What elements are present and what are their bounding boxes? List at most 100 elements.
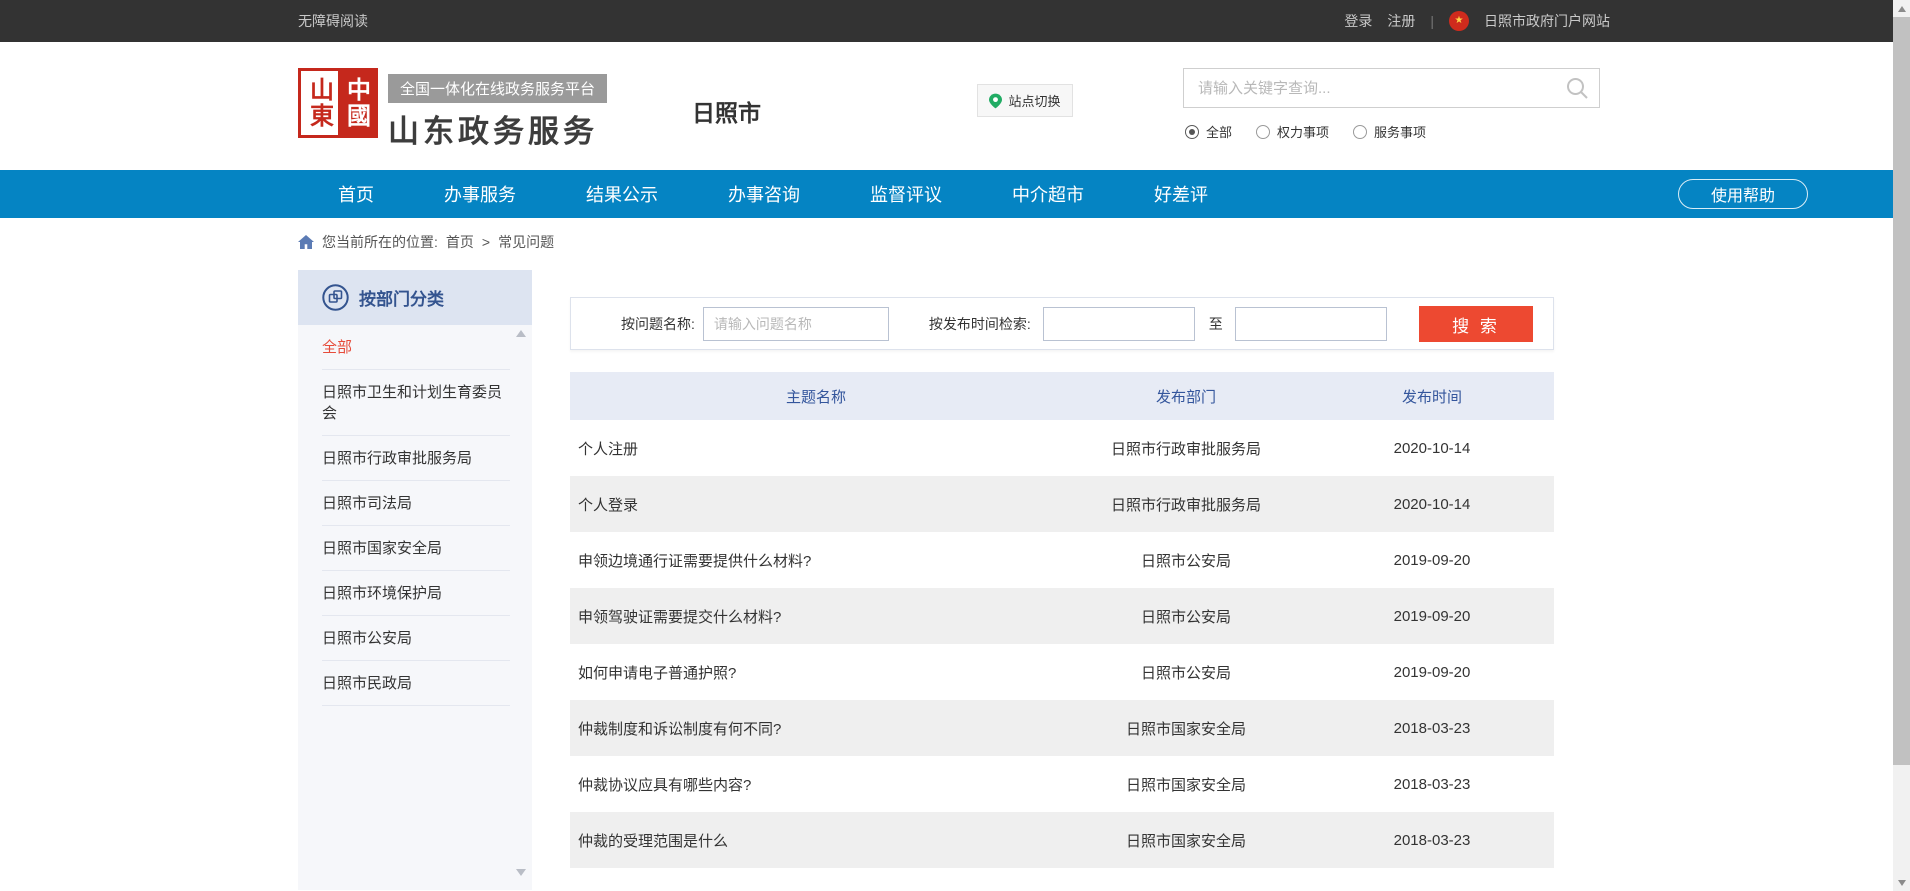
row-topic: 仲裁的受理范围是什么 bbox=[570, 830, 1062, 851]
page: 无障碍阅读 登录 注册 | ★ 日照市政府门户网站 山東 中國 全国一体化在线政… bbox=[0, 0, 1910, 891]
radio-all-label: 全部 bbox=[1206, 122, 1232, 141]
sidebar-item-health-commission[interactable]: 日照市卫生和计划生育委员会 bbox=[322, 370, 510, 436]
portal-link[interactable]: 日照市政府门户网站 bbox=[1484, 11, 1610, 31]
row-department: 日照市国家安全局 bbox=[1062, 774, 1310, 795]
row-department: 日照市公安局 bbox=[1062, 606, 1310, 627]
breadcrumb-prefix: 您当前所在的位置: bbox=[322, 232, 438, 252]
sidebar-scroll-up-icon[interactable] bbox=[516, 330, 526, 337]
sidebar-item-justice-bureau[interactable]: 日照市司法局 bbox=[322, 481, 510, 526]
platform-badge: 全国一体化在线政务服务平台 bbox=[388, 74, 607, 103]
page-scrollbar bbox=[1893, 0, 1910, 891]
col-header-date: 发布时间 bbox=[1310, 386, 1554, 407]
scrollbar-down-icon[interactable] bbox=[1893, 874, 1910, 891]
shandong-seal-icon: 山東 中國 bbox=[298, 68, 378, 138]
keyword-search bbox=[1183, 68, 1600, 108]
question-name-input[interactable] bbox=[703, 307, 889, 341]
seal-text-right: 中國 bbox=[338, 71, 375, 135]
table-row[interactable]: 申领边境通行证需要提供什么材料? 日照市公安局 2019-09-20 bbox=[570, 532, 1554, 588]
breadcrumb-home[interactable]: 首页 bbox=[446, 232, 474, 252]
help-button[interactable]: 使用帮助 bbox=[1678, 179, 1808, 209]
table-row[interactable]: 个人注册 日照市行政审批服务局 2020-10-14 bbox=[570, 420, 1554, 476]
sidebar-item-public-security[interactable]: 日照市公安局 bbox=[322, 616, 510, 661]
row-date: 2019-09-20 bbox=[1310, 552, 1554, 569]
sidebar-scroll-down-icon[interactable] bbox=[516, 869, 526, 876]
site-switch-button[interactable]: 站点切换 bbox=[977, 84, 1073, 117]
scrollbar-up-icon[interactable] bbox=[1893, 0, 1910, 17]
sidebar-title: 按部门分类 bbox=[359, 285, 444, 310]
sidebar-list: 全部 日照市卫生和计划生育委员会 日照市行政审批服务局 日照市司法局 日照市国家… bbox=[298, 325, 532, 706]
radio-dot-icon bbox=[1256, 125, 1270, 139]
row-date: 2018-03-23 bbox=[1310, 832, 1554, 849]
nav-results[interactable]: 结果公示 bbox=[586, 181, 658, 207]
seal-text-left: 山東 bbox=[301, 71, 338, 135]
table-row[interactable]: 仲裁的受理范围是什么 日照市国家安全局 2018-03-23 bbox=[570, 812, 1554, 868]
row-department: 日照市公安局 bbox=[1062, 662, 1310, 683]
row-department: 日照市国家安全局 bbox=[1062, 718, 1310, 739]
register-link[interactable]: 注册 bbox=[1387, 11, 1415, 31]
breadcrumb-current: 常见问题 bbox=[498, 232, 554, 252]
search-button[interactable]: 搜 索 bbox=[1419, 306, 1533, 342]
row-department: 日照市国家安全局 bbox=[1062, 830, 1310, 851]
radio-all[interactable]: 全部 bbox=[1185, 122, 1232, 141]
sidebar-item-approval-bureau[interactable]: 日照市行政审批服务局 bbox=[322, 436, 510, 481]
row-department: 日照市行政审批服务局 bbox=[1062, 494, 1310, 515]
table-header-row: 主题名称 发布部门 发布时间 bbox=[570, 372, 1554, 420]
sidebar-header: 按部门分类 bbox=[298, 270, 532, 325]
row-date: 2019-09-20 bbox=[1310, 608, 1554, 625]
site-logo[interactable]: 山東 中國 全国一体化在线政务服务平台 山东政务服务 bbox=[298, 68, 607, 151]
main-content: 按问题名称: 按发布时间检索: 至 搜 索 主题名称 发布部门 发布时间 个人注… bbox=[570, 297, 1554, 868]
sidebar-item-civil-affairs[interactable]: 日照市民政局 bbox=[322, 661, 510, 706]
search-icon[interactable] bbox=[1566, 77, 1589, 105]
accessibility-link[interactable]: 无障碍阅读 bbox=[298, 11, 368, 31]
login-link[interactable]: 登录 bbox=[1344, 11, 1372, 31]
row-date: 2019-09-20 bbox=[1310, 664, 1554, 681]
col-header-department: 发布部门 bbox=[1062, 386, 1310, 407]
logo-title: 山东政务服务 bbox=[388, 106, 607, 151]
city-name: 日照市 bbox=[692, 94, 761, 128]
sidebar-item-environment-bureau[interactable]: 日照市环境保护局 bbox=[322, 571, 510, 616]
col-header-topic: 主题名称 bbox=[570, 386, 1062, 407]
radio-dot-icon bbox=[1353, 125, 1367, 139]
scrollbar-thumb[interactable] bbox=[1893, 17, 1910, 765]
site-switch-label: 站点切换 bbox=[1008, 91, 1060, 110]
breadcrumb-separator: > bbox=[482, 234, 490, 250]
table-row[interactable]: 仲裁协议应具有哪些内容? 日照市国家安全局 2018-03-23 bbox=[570, 756, 1554, 812]
sidebar-item-all[interactable]: 全部 bbox=[322, 325, 510, 370]
radio-power-items-label: 权力事项 bbox=[1277, 122, 1329, 141]
table-row[interactable]: 仲裁制度和诉讼制度有何不同? 日照市国家安全局 2018-03-23 bbox=[570, 700, 1554, 756]
search-scope-radios: 全部 权力事项 服务事项 bbox=[1185, 122, 1426, 141]
nav-consult[interactable]: 办事咨询 bbox=[728, 181, 800, 207]
sidebar-item-state-security[interactable]: 日照市国家安全局 bbox=[322, 526, 510, 571]
nav-home[interactable]: 首页 bbox=[338, 181, 374, 207]
location-pin-icon bbox=[989, 93, 1002, 109]
nav-supervision[interactable]: 监督评议 bbox=[870, 181, 942, 207]
radio-dot-icon bbox=[1185, 125, 1199, 139]
row-date: 2020-10-14 bbox=[1310, 440, 1554, 457]
date-to-label: 至 bbox=[1209, 314, 1223, 334]
table-row[interactable]: 个人登录 日照市行政审批服务局 2020-10-14 bbox=[570, 476, 1554, 532]
topbar: 无障碍阅读 登录 注册 | ★ 日照市政府门户网站 bbox=[0, 0, 1910, 42]
row-topic: 仲裁制度和诉讼制度有何不同? bbox=[570, 718, 1062, 739]
keyword-search-input[interactable] bbox=[1184, 69, 1599, 107]
radio-service-items[interactable]: 服务事项 bbox=[1353, 122, 1426, 141]
national-emblem-icon: ★ bbox=[1449, 11, 1469, 31]
row-topic: 个人注册 bbox=[570, 438, 1062, 459]
date-to-input[interactable] bbox=[1235, 307, 1387, 341]
topbar-divider: | bbox=[1430, 13, 1434, 29]
question-name-label: 按问题名称: bbox=[621, 314, 695, 334]
row-topic: 个人登录 bbox=[570, 494, 1062, 515]
row-department: 日照市行政审批服务局 bbox=[1062, 438, 1310, 459]
site-header: 山東 中國 全国一体化在线政务服务平台 山东政务服务 日照市 站点切换 全部 bbox=[0, 42, 1910, 170]
row-topic: 申领边境通行证需要提供什么材料? bbox=[570, 550, 1062, 571]
table-row[interactable]: 申领驾驶证需要提交什么材料? 日照市公安局 2019-09-20 bbox=[570, 588, 1554, 644]
publish-date-label: 按发布时间检索: bbox=[929, 314, 1031, 334]
main-nav: 首页 办事服务 结果公示 办事咨询 监督评议 中介超市 好差评 使用帮助 bbox=[0, 170, 1910, 218]
nav-rating[interactable]: 好差评 bbox=[1154, 181, 1208, 207]
nav-services[interactable]: 办事服务 bbox=[444, 181, 516, 207]
date-from-input[interactable] bbox=[1043, 307, 1195, 341]
radio-power-items[interactable]: 权力事项 bbox=[1256, 122, 1329, 141]
radio-service-items-label: 服务事项 bbox=[1374, 122, 1426, 141]
table-row[interactable]: 如何申请电子普通护照? 日照市公安局 2019-09-20 bbox=[570, 644, 1554, 700]
nav-intermediary[interactable]: 中介超市 bbox=[1012, 181, 1084, 207]
department-sidebar: 按部门分类 全部 日照市卫生和计划生育委员会 日照市行政审批服务局 日照市司法局… bbox=[298, 270, 532, 890]
